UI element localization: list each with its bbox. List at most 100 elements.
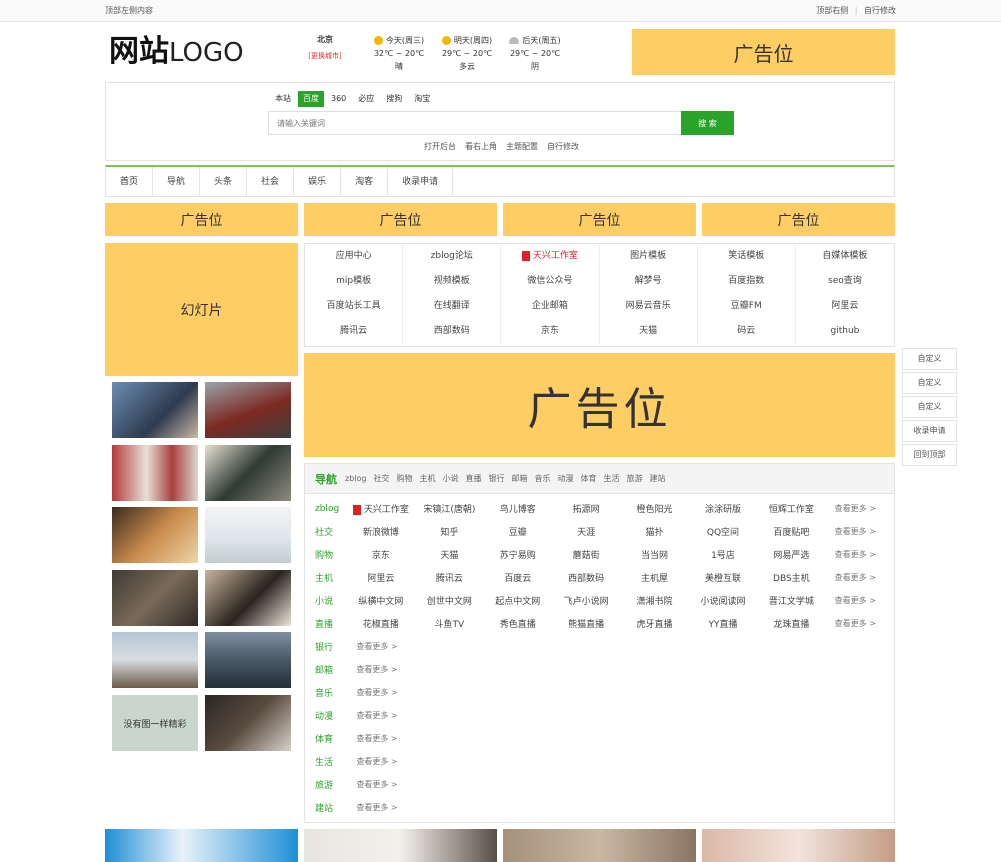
category-link[interactable]: 当当网 xyxy=(620,548,688,561)
category-name[interactable]: 旅游 xyxy=(315,778,347,791)
category-link[interactable]: 百度贴吧 xyxy=(757,525,825,538)
category-tab[interactable]: 购物 xyxy=(396,473,412,484)
side-button-custom[interactable]: 自定义 xyxy=(902,372,957,394)
category-link[interactable]: QQ空间 xyxy=(689,525,757,538)
site-link[interactable]: 图片模板 xyxy=(600,244,698,269)
category-link[interactable]: 起点中文网 xyxy=(484,594,552,607)
search-tab[interactable]: 搜狗 xyxy=(381,91,407,107)
nav-item[interactable]: 娱乐 xyxy=(294,167,342,196)
category-link[interactable]: 飞卢小说网 xyxy=(552,594,620,607)
search-tab[interactable]: 360 xyxy=(326,91,351,107)
category-link[interactable]: 斗鱼TV xyxy=(415,617,483,630)
category-link[interactable]: 拓源网 xyxy=(552,502,620,515)
search-input[interactable] xyxy=(268,111,682,135)
search-tab-active[interactable]: 百度 xyxy=(298,91,324,107)
category-link[interactable]: 龙珠直播 xyxy=(757,617,825,630)
search-tab[interactable]: 必应 xyxy=(353,91,379,107)
thumbnail-placeholder[interactable]: 没有图一样精彩 xyxy=(112,695,198,751)
category-link[interactable]: 鸟儿博客 xyxy=(484,502,552,515)
site-logo[interactable]: 网站LOGO xyxy=(109,34,244,71)
thumbnail-image[interactable] xyxy=(205,445,291,501)
category-link[interactable]: 熊猫直播 xyxy=(552,617,620,630)
side-button-custom[interactable]: 自定义 xyxy=(902,348,957,370)
view-more-link[interactable]: 查看更多 > xyxy=(826,526,885,537)
view-more-link[interactable]: 查看更多 > xyxy=(347,779,407,790)
nav-item[interactable]: 社会 xyxy=(247,167,295,196)
category-name[interactable]: 生活 xyxy=(315,755,347,768)
category-link[interactable]: 苏宁易购 xyxy=(484,548,552,561)
view-more-link[interactable]: 查看更多 > xyxy=(826,595,885,606)
category-tab[interactable]: 音乐 xyxy=(534,473,550,484)
site-link-featured[interactable]: 天兴工作室 xyxy=(501,244,600,269)
site-link[interactable]: 应用中心 xyxy=(305,244,404,269)
category-link[interactable]: 涂涂研版 xyxy=(689,502,757,515)
category-link[interactable]: 腾讯云 xyxy=(415,571,483,584)
category-tab[interactable]: 直播 xyxy=(465,473,481,484)
thumbnail-image[interactable] xyxy=(205,695,291,751)
site-link[interactable]: github xyxy=(796,319,894,344)
thumbnail-image[interactable] xyxy=(112,445,198,501)
category-tab[interactable]: 银行 xyxy=(488,473,504,484)
site-link[interactable]: 天猫 xyxy=(600,319,698,344)
side-button-custom[interactable]: 自定义 xyxy=(902,396,957,418)
category-link[interactable]: 猫扑 xyxy=(620,525,688,538)
view-more-link[interactable]: 查看更多 > xyxy=(347,664,407,675)
category-name[interactable]: 主机 xyxy=(315,571,347,584)
category-name[interactable]: zblog xyxy=(315,504,347,514)
thumbnail-image[interactable] xyxy=(205,632,291,688)
thumbnail-image[interactable] xyxy=(112,632,198,688)
ad-slot[interactable]: 广告位 xyxy=(702,203,895,236)
thumbnail-image[interactable] xyxy=(112,570,198,626)
nav-item[interactable]: 导航 xyxy=(153,167,201,196)
site-link[interactable]: 自媒体模板 xyxy=(796,244,894,269)
bottom-banner-image[interactable] xyxy=(503,829,696,862)
search-tab[interactable]: 淘宝 xyxy=(409,91,435,107)
category-link[interactable]: DBS主机 xyxy=(757,571,825,584)
nav-item-home[interactable]: 首页 xyxy=(106,167,154,196)
category-link[interactable]: 宋镇江(唐朝) xyxy=(415,502,483,515)
category-link[interactable]: 天涯 xyxy=(552,525,620,538)
banner-ad[interactable]: 广告位 xyxy=(304,353,895,457)
category-link[interactable]: 虎牙直播 xyxy=(620,617,688,630)
category-name[interactable]: 银行 xyxy=(315,640,347,653)
view-more-link[interactable]: 查看更多 > xyxy=(347,733,407,744)
quick-link[interactable]: 打开后台 xyxy=(424,141,456,152)
site-link[interactable]: zblog论坛 xyxy=(403,244,502,269)
category-tab[interactable]: 建站 xyxy=(649,473,665,484)
ad-slot[interactable]: 广告位 xyxy=(503,203,696,236)
thumbnail-image[interactable] xyxy=(205,570,291,626)
category-link[interactable]: 花椒直播 xyxy=(347,617,415,630)
category-name[interactable]: 建站 xyxy=(315,801,347,814)
category-link[interactable]: 恒辉工作室 xyxy=(757,502,825,515)
category-link[interactable]: 主机屋 xyxy=(620,571,688,584)
top-bar-edit-link[interactable]: 自行修改 xyxy=(864,6,896,15)
site-link[interactable]: 解梦号 xyxy=(600,269,698,294)
site-link[interactable]: 码云 xyxy=(698,319,796,344)
bottom-banner-image[interactable] xyxy=(702,829,895,862)
category-tab[interactable]: 小说 xyxy=(442,473,458,484)
bottom-banner-image[interactable] xyxy=(304,829,497,862)
view-more-link[interactable]: 查看更多 > xyxy=(826,503,885,514)
category-link[interactable]: 阿里云 xyxy=(347,571,415,584)
site-link[interactable]: 西部数码 xyxy=(403,319,502,344)
category-link[interactable]: 百度云 xyxy=(484,571,552,584)
site-link[interactable]: 视频模板 xyxy=(403,269,502,294)
category-name[interactable]: 社交 xyxy=(315,525,347,538)
quick-link[interactable]: 主题配置 xyxy=(506,141,538,152)
category-link[interactable]: 创世中文网 xyxy=(415,594,483,607)
category-link[interactable]: 潇湘书院 xyxy=(620,594,688,607)
thumbnail-image[interactable] xyxy=(112,507,198,563)
category-tab[interactable]: 主机 xyxy=(419,473,435,484)
site-link[interactable]: 百度站长工具 xyxy=(305,294,404,319)
site-link[interactable]: 企业邮箱 xyxy=(501,294,600,319)
category-link[interactable]: 蘑菇街 xyxy=(552,548,620,561)
site-link[interactable]: 笑话模板 xyxy=(698,244,796,269)
site-link[interactable]: 网易云音乐 xyxy=(600,294,698,319)
search-button[interactable]: 搜 索 xyxy=(681,111,734,135)
category-link[interactable]: 美橙互联 xyxy=(689,571,757,584)
category-tab[interactable]: 社交 xyxy=(373,473,389,484)
category-link[interactable]: 1号店 xyxy=(689,548,757,561)
nav-item[interactable]: 淘客 xyxy=(341,167,389,196)
site-link[interactable]: 腾讯云 xyxy=(305,319,404,344)
site-link[interactable]: 微信公众号 xyxy=(501,269,600,294)
